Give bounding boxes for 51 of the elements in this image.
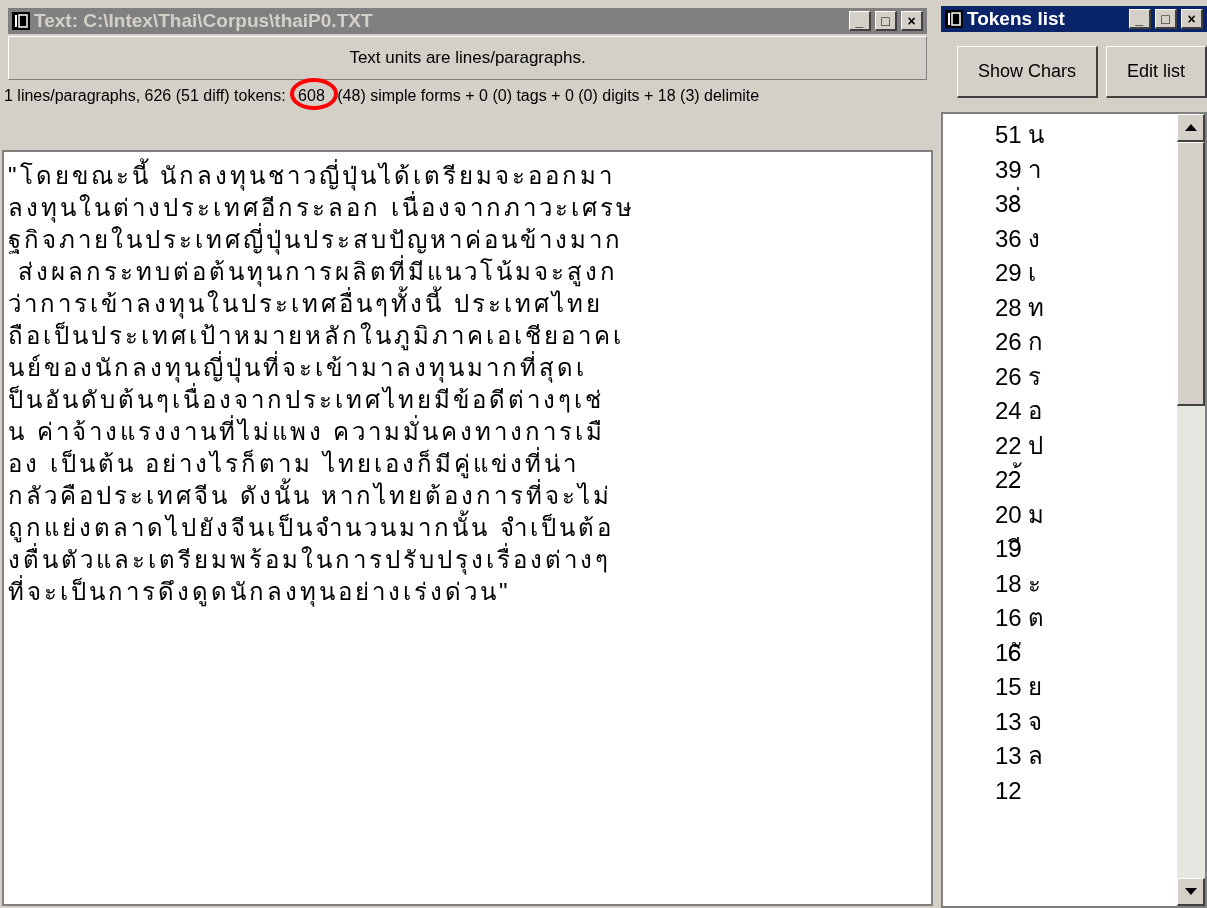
token-item[interactable]: 24 อ: [995, 394, 1177, 429]
window-control[interactable]: _: [1129, 9, 1151, 29]
text-line: ฐกิจภายในประเทศญี่ปุ่นประสบปัญหาค่อนข้างมาก: [8, 224, 927, 256]
token-item[interactable]: 36 ง: [995, 221, 1177, 256]
token-item[interactable]: 28 ท: [995, 290, 1177, 325]
token-item[interactable]: 39 า: [995, 152, 1177, 187]
scrollbar[interactable]: [1177, 114, 1205, 906]
text-line: "โดยขณะนี้ นักลงทุนชาวญี่ปุ่นได้เตรียมจะออกมา: [8, 160, 927, 192]
units-label: Text units are lines/paragraphs.: [8, 36, 927, 80]
window-control[interactable]: ×: [1181, 9, 1203, 29]
scroll-down-icon[interactable]: [1177, 878, 1205, 906]
token-item[interactable]: 13 จ: [995, 704, 1177, 739]
token-item[interactable]: 51 น: [995, 118, 1177, 153]
toolbar-button[interactable]: Show Chars: [957, 46, 1099, 98]
token-item[interactable]: 20 ม: [995, 497, 1177, 532]
token-item[interactable]: 16ั: [995, 635, 1177, 670]
token-item[interactable]: 13 ล: [995, 739, 1177, 774]
text-line: ป็นอันดับต้นๆเนื่องจากประเทศไทยมีข้อดีต่างๆเช่: [8, 384, 927, 416]
token-item[interactable]: 19ี: [995, 532, 1177, 567]
text-line: ว่าการเข้าลงทุนในประเทศอื่นๆทั้งนี้ ประเทศไทย: [8, 288, 927, 320]
window-title: Tokens list: [967, 6, 1066, 31]
token-item[interactable]: 29 เ: [995, 256, 1177, 291]
token-item[interactable]: 26 ก: [995, 325, 1177, 360]
token-item[interactable]: 16 ต: [995, 601, 1177, 636]
app-icon: [12, 12, 30, 30]
token-item[interactable]: 22้: [995, 463, 1177, 498]
text-line: น ค่าจ้างแรงงานที่ไม่แพง ความมั่นคงทางการเมื: [8, 416, 927, 448]
text-line: ถือเป็นประเทศเป้าหมายหลักในภูมิภาคเอเชียอาคเ: [8, 320, 625, 351]
window-control[interactable]: _: [849, 11, 871, 31]
token-item[interactable]: 22 ป: [995, 428, 1177, 463]
text-line: งตื่นตัวและเตรียมพร้อมในการปรับปรุงเรื่องต่างๆ: [8, 544, 927, 576]
window-title: Text: C:\Intex\Thai\Corpus\thaiP0.TXT: [34, 8, 374, 33]
token-item[interactable]: 18 ะ: [995, 566, 1177, 601]
token-item[interactable]: 12: [995, 773, 1177, 808]
toolbar-button[interactable]: Edit list: [1106, 46, 1207, 98]
window-control[interactable]: □: [1155, 9, 1177, 29]
annotation-circle: [289, 76, 340, 112]
token-item[interactable]: 26 ร: [995, 359, 1177, 394]
scroll-up-icon[interactable]: [1177, 114, 1205, 142]
text-line: ที่จะเป็นการดึงดูดนักลงทุนอย่างเร่งด่วน": [8, 576, 927, 608]
text-line: ส่งผลกระทบต่อต้นทุนการผลิตที่มีแนวโน้มจะสูงก: [8, 256, 927, 288]
stats-text: 1 lines/paragraphs, 626 (51 diff) tokens: 608 (48) simple forms + 0 (0) tags + 0 (0) digits + 18 (3) delimite: [2, 80, 933, 108]
app-icon: [945, 10, 963, 28]
scroll-thumb[interactable]: [1177, 142, 1205, 406]
text-line: ถูกแย่งตลาดไปยังจีนเป็นจำนวนมากนั้น จำเป็นต้อ: [8, 512, 927, 544]
token-item[interactable]: 38่: [995, 187, 1177, 222]
text-line: ลงทุนในต่างประเทศอีกระลอก เนื่องจากภาวะเศรษ: [8, 192, 927, 224]
token-item[interactable]: 15 ย: [995, 670, 1177, 705]
window-control[interactable]: ×: [901, 11, 923, 31]
text-line: นย์ของนักลงทุนญี่ปุ่นที่จะเข้ามาลงทุนมากที่สุดเ: [8, 352, 927, 384]
window-control[interactable]: □: [875, 11, 897, 31]
